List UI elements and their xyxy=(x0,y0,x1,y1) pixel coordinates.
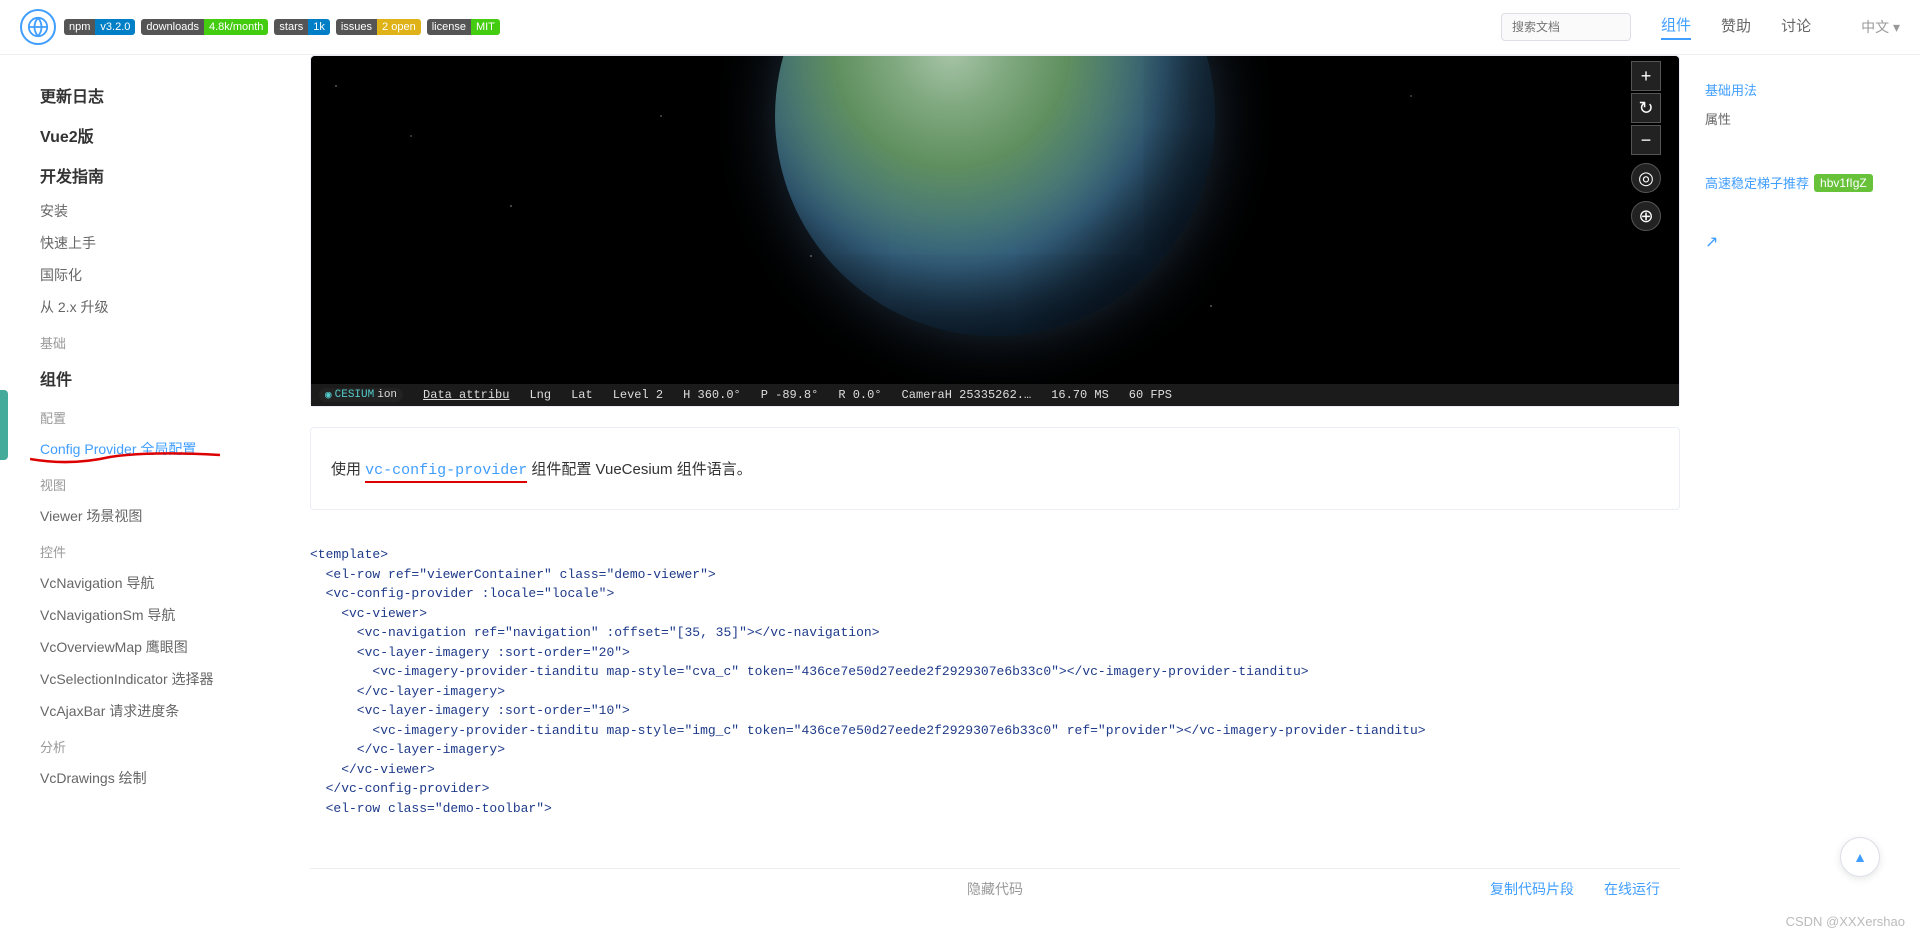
reset-button[interactable]: ↻ xyxy=(1631,93,1661,123)
promo-text: 高速稳定梯子推荐 xyxy=(1705,173,1809,192)
header-right: 组件 赞助 讨论 中文 ▾ xyxy=(1501,13,1900,41)
promo-link[interactable]: 高速稳定梯子推荐 hbv1fIgZ xyxy=(1705,173,1905,192)
description-card: 使用 vc-config-provider 组件配置 VueCesium 组件语… xyxy=(310,427,1680,510)
compass-button[interactable]: ◎ xyxy=(1631,163,1661,193)
status-roll: R 0.0° xyxy=(838,388,881,402)
nav-sponsor[interactable]: 赞助 xyxy=(1721,15,1751,39)
desc-code: vc-config-provider xyxy=(365,462,527,483)
cesium-viewer[interactable]: + ↻ − ◎ ⊕ ◉CESIUMion Data attribu Lng La… xyxy=(311,56,1679,406)
badges: npmv3.2.0 downloads4.8k/month stars1k issue… xyxy=(64,19,500,35)
status-lat: Lat xyxy=(571,388,593,402)
copy-code-button[interactable]: 复制代码片段 xyxy=(1490,879,1574,899)
watermark: CSDN @XXXershao xyxy=(1786,914,1905,929)
zoom-in-button[interactable]: + xyxy=(1631,61,1661,91)
promo-badge: hbv1fIgZ xyxy=(1814,174,1873,192)
code-block[interactable]: <template> <el-row ref="viewerContainer"… xyxy=(310,530,1680,868)
sidebar-vcnavigationsm[interactable]: VcNavigationSm 导航 xyxy=(40,599,290,631)
desc-post: 组件配置 VueCesium 组件语言。 xyxy=(531,461,751,478)
search-input[interactable] xyxy=(1501,13,1631,41)
status-ms: 16.70 MS xyxy=(1051,388,1109,402)
external-link-icon[interactable]: ↗ xyxy=(1705,232,1905,252)
locate-button[interactable]: ⊕ xyxy=(1631,201,1661,231)
header-left: npmv3.2.0 downloads4.8k/month stars1k issue… xyxy=(20,9,1501,45)
nav-discuss[interactable]: 讨论 xyxy=(1781,15,1811,39)
sidebar-guide[interactable]: 开发指南 xyxy=(40,155,290,195)
run-online-button[interactable]: 在线运行 xyxy=(1604,879,1660,899)
data-attribution[interactable]: Data attribu xyxy=(423,388,509,402)
sidebar-upgrade[interactable]: 从 2.x 升级 xyxy=(40,291,290,323)
status-camera: CameraH 25335262.… xyxy=(902,388,1032,402)
zoom-out-button[interactable]: − xyxy=(1631,125,1661,155)
status-fps: 60 FPS xyxy=(1129,388,1172,402)
sidebar-viewer[interactable]: Viewer 场景视图 xyxy=(40,500,290,532)
sidebar-install[interactable]: 安装 xyxy=(40,195,290,227)
sidebar-vcoverview[interactable]: VcOverviewMap 鹰眼图 xyxy=(40,631,290,663)
sidebar-analysis-header: 分析 xyxy=(40,727,290,762)
status-heading: H 360.0° xyxy=(683,388,741,402)
lang-selector[interactable]: 中文 ▾ xyxy=(1861,17,1900,37)
code-card: <template> <el-row ref="viewerContainer"… xyxy=(310,530,1680,909)
cesium-logo: ◉CESIUMion xyxy=(319,388,403,402)
sidebar-basic-header: 基础 xyxy=(40,323,290,358)
sidebar-vue2[interactable]: Vue2版 xyxy=(40,115,290,155)
status-level: Level 2 xyxy=(613,388,663,402)
nav-components[interactable]: 组件 xyxy=(1661,14,1691,40)
viewer-card: + ↻ − ◎ ⊕ ◉CESIUMion Data attribu Lng La… xyxy=(310,55,1680,407)
sidebar-i18n[interactable]: 国际化 xyxy=(40,259,290,291)
toc-props[interactable]: 属性 xyxy=(1705,104,1905,133)
left-handle[interactable] xyxy=(0,390,8,460)
toc: 基础用法 属性 高速稳定梯子推荐 hbv1fIgZ ↗ xyxy=(1690,55,1920,937)
sidebar-quickstart[interactable]: 快速上手 xyxy=(40,227,290,259)
sidebar-changelog[interactable]: 更新日志 xyxy=(40,75,290,115)
code-footer: 隐藏代码 复制代码片段 在线运行 xyxy=(310,868,1680,909)
badge-issues[interactable]: issues2 open xyxy=(336,19,421,35)
nav-controls: + ↻ − ◎ ⊕ xyxy=(1631,61,1661,231)
status-lng: Lng xyxy=(529,388,551,402)
toc-usage[interactable]: 基础用法 xyxy=(1705,75,1905,104)
sidebar-vcdrawings[interactable]: VcDrawings 绘制 xyxy=(40,762,290,794)
header: npmv3.2.0 downloads4.8k/month stars1k issue… xyxy=(0,0,1920,55)
hide-code-button[interactable]: 隐藏代码 xyxy=(967,879,1023,899)
sidebar-vcselection[interactable]: VcSelectionIndicator 选择器 xyxy=(40,663,290,695)
scroll-top-button[interactable]: ▲ xyxy=(1840,837,1880,877)
badge-downloads[interactable]: downloads4.8k/month xyxy=(141,19,268,35)
sidebar-controls-header: 控件 xyxy=(40,532,290,567)
sidebar-components[interactable]: 组件 xyxy=(40,358,290,398)
badge-stars[interactable]: stars1k xyxy=(274,19,329,35)
status-bar: ◉CESIUMion Data attribu Lng Lat Level 2 … xyxy=(311,384,1679,406)
sidebar-config-provider[interactable]: Config Provider 全局配置 xyxy=(40,433,196,465)
sidebar-vcnavigation[interactable]: VcNavigation 导航 xyxy=(40,567,290,599)
sidebar-vcajaxbar[interactable]: VcAjaxBar 请求进度条 xyxy=(40,695,290,727)
sidebar: 更新日志 Vue2版 开发指南 安装 快速上手 国际化 从 2.x 升级 基础 … xyxy=(0,55,300,937)
main-content: + ↻ − ◎ ⊕ ◉CESIUMion Data attribu Lng La… xyxy=(300,55,1690,937)
sidebar-view-header: 视图 xyxy=(40,465,290,500)
status-pitch: P -89.8° xyxy=(761,388,819,402)
badge-npm[interactable]: npmv3.2.0 xyxy=(64,19,135,35)
sidebar-config-header: 配置 xyxy=(40,398,290,433)
logo[interactable] xyxy=(20,9,56,45)
badge-license[interactable]: licenseMIT xyxy=(427,19,500,35)
desc-pre: 使用 xyxy=(331,461,365,478)
